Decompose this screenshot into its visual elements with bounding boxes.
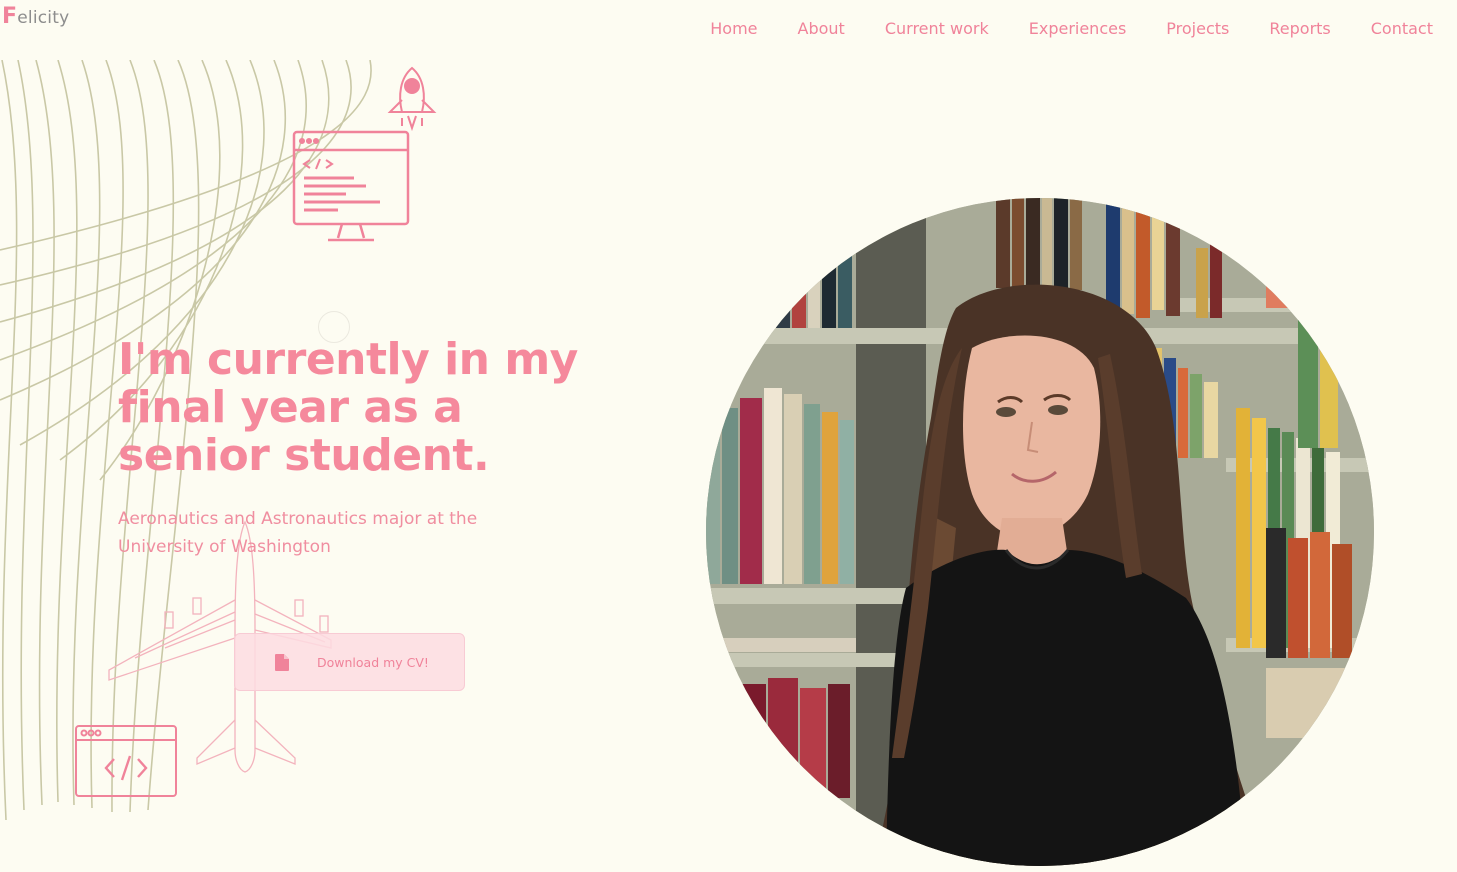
main-nav: Home About Current work Experiences Proj… — [690, 18, 1433, 40]
hero-subtitle: Aeronautics and Astronautics major at th… — [118, 509, 478, 557]
portrait-illustration — [706, 198, 1374, 866]
nav-current-work[interactable]: Current work — [865, 18, 1009, 40]
site-logo[interactable]: Felicity — [2, 4, 69, 29]
logo-rest: elicity — [17, 8, 70, 28]
portrait-photo — [706, 198, 1374, 866]
nav-contact[interactable]: Contact — [1351, 18, 1433, 40]
headline-line-1: I'm currently in my — [118, 334, 578, 385]
logo-initial: F — [2, 4, 18, 29]
headline-emphasis: senior student — [118, 430, 473, 481]
download-cv-button[interactable]: Download my CV! — [234, 633, 465, 691]
file-icon — [275, 653, 289, 671]
nav-home[interactable]: Home — [690, 18, 777, 40]
nav-experiences[interactable]: Experiences — [1009, 18, 1147, 40]
nav-projects[interactable]: Projects — [1146, 18, 1249, 40]
headline-line-2: final year as a — [118, 382, 463, 433]
download-cv-label: Download my CV! — [317, 654, 429, 670]
code-window-icon — [75, 725, 177, 797]
hero-headline: I'm currently in my final year as a seni… — [118, 336, 588, 480]
nav-about[interactable]: About — [778, 18, 865, 40]
headline-period: . — [472, 430, 490, 481]
code-monitor-icon — [292, 130, 410, 242]
rocket-icon — [387, 66, 437, 132]
nav-reports[interactable]: Reports — [1249, 18, 1350, 40]
